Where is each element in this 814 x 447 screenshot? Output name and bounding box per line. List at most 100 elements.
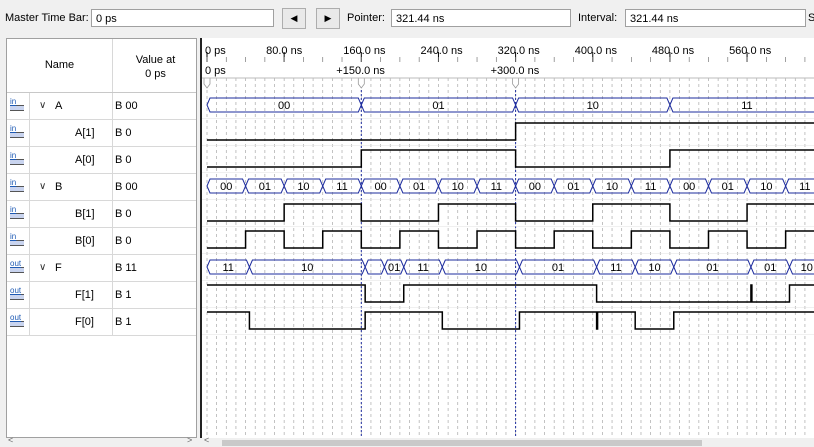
signal-name-f: F — [55, 262, 62, 274]
ruler-tick-label: 160.0 ns — [343, 45, 386, 57]
input-pin-icon: in — [10, 152, 26, 166]
signal-list-header: Name Value at 0 ps — [7, 39, 196, 93]
bus-value-b: 11 — [336, 181, 347, 193]
signal-name-cell[interactable]: F[0] — [29, 309, 113, 335]
signal-row[interactable]: in A[0] B 0 — [7, 147, 196, 174]
signal-name-f0: F[0] — [75, 316, 94, 328]
signal-name-b: B — [55, 181, 63, 193]
bit-waveform-f0 — [207, 311, 814, 330]
bus-value-f: 10 — [648, 262, 660, 274]
name-column-header[interactable]: Name — [7, 39, 113, 92]
pin-direction-label: out — [10, 286, 22, 295]
pin-direction-label: in — [10, 232, 17, 241]
signal-row[interactable]: in ∨ A B 00 — [7, 93, 196, 120]
interval-input[interactable]: 321.44 ns — [625, 9, 806, 27]
ruler-tick-label: 0 ps — [205, 45, 226, 57]
bus-value-f: 11 — [417, 262, 428, 274]
bus-value-b: 01 — [259, 181, 271, 193]
bit-waveform-b0 — [207, 230, 814, 249]
waveform-canvas[interactable]: 0 ps 80.0 ns 160.0 ns 240.0 ns 320.0 ns 400.0… — [202, 38, 814, 438]
time-marker-label: +150.0 ns — [336, 65, 385, 77]
input-pin-icon: in — [10, 206, 26, 220]
output-pin-icon: out — [10, 314, 26, 328]
signal-value-f1: B 1 — [115, 289, 132, 301]
bus-value-a: 01 — [432, 100, 444, 112]
master-time-bar-input[interactable]: 0 ps — [91, 9, 274, 27]
bit-waveform-a1 — [207, 122, 814, 141]
toolbar: Master Time Bar: 0 ps ◀ ▶ Pointer: 321.4… — [0, 0, 814, 36]
signal-name-cell[interactable]: A[1] — [29, 120, 113, 146]
pin-direction-label: in — [10, 151, 17, 160]
signal-name-cell[interactable]: B[1] — [29, 201, 113, 227]
bus-value-b: 01 — [567, 181, 579, 193]
bus-value-b: 00 — [374, 181, 386, 193]
bus-value-b: 10 — [297, 181, 309, 193]
signal-name-b1: B[1] — [75, 208, 95, 220]
signal-name-cell[interactable]: ∨ A — [29, 93, 113, 119]
pointer-label: Pointer: — [347, 12, 385, 24]
pin-direction-label: in — [10, 124, 17, 133]
bus-value-f: 10 — [801, 262, 813, 274]
signal-row[interactable]: out ∨ F B 11 — [7, 255, 196, 282]
signal-row[interactable]: in ∨ B B 00 — [7, 174, 196, 201]
input-pin-icon: in — [10, 233, 26, 247]
pin-icon-cell: in — [7, 228, 30, 254]
pin-icon-cell: out — [7, 282, 30, 308]
bus-value-f: 01 — [764, 262, 776, 274]
signal-row[interactable]: in B[1] B 0 — [7, 201, 196, 228]
bit-waveform-b1 — [207, 203, 814, 222]
interval-label: Interval: — [578, 12, 618, 24]
signal-name-f1: F[1] — [75, 289, 94, 301]
bus-segment-f — [364, 259, 385, 275]
bus-value-a: 11 — [741, 100, 752, 112]
bus-value-f: 01 — [388, 262, 400, 274]
waveform-panel[interactable]: 0 ps 80.0 ns 160.0 ns 240.0 ns 320.0 ns 400.0… — [200, 38, 814, 438]
value-column-header[interactable]: Value at 0 ps — [113, 53, 196, 81]
wave-scroll-left-icon[interactable]: < — [204, 435, 209, 445]
signal-name-cell[interactable]: ∨ F — [29, 255, 113, 281]
bus-value-f: 01 — [552, 262, 564, 274]
signal-name-cell[interactable]: A[0] — [29, 147, 113, 173]
signal-row[interactable]: out F[0] B 1 — [7, 309, 196, 336]
output-pin-icon: out — [10, 260, 26, 274]
previous-transition-button[interactable]: ◀ — [282, 8, 306, 29]
triangle-right-icon: ▶ — [324, 13, 332, 23]
signal-name-a: A — [55, 100, 63, 112]
chevron-down-icon[interactable]: ∨ — [39, 262, 46, 273]
pin-icon-cell: out — [7, 255, 30, 281]
signal-name-cell[interactable]: ∨ B — [29, 174, 113, 200]
left-horizontal-scrollbar[interactable]: < > — [6, 435, 197, 447]
bus-value-f: 11 — [223, 262, 234, 274]
signal-name-cell[interactable]: B[0] — [29, 228, 113, 254]
signal-list-panel: Name Value at 0 ps in ∨ A B 00 in A[1] B 0 in A[… — [6, 38, 197, 438]
signal-value-a0: B 0 — [115, 154, 132, 166]
bus-value-f: 11 — [610, 262, 621, 274]
bus-value-a: 00 — [278, 100, 290, 112]
time-marker-flag-icon — [357, 77, 365, 89]
chevron-down-icon[interactable]: ∨ — [39, 100, 46, 111]
input-pin-icon: in — [10, 125, 26, 139]
waveform-horizontal-scrollbar[interactable]: < — [200, 435, 814, 447]
triangle-left-icon: ◀ — [290, 13, 298, 23]
bus-value-b: 10 — [606, 181, 618, 193]
bus-value-b: 10 — [452, 181, 464, 193]
time-marker-flag-icon — [203, 77, 211, 89]
scroll-right-icon[interactable]: > — [187, 435, 192, 445]
ruler-tick-label: 480.0 ns — [652, 45, 695, 57]
signal-row[interactable]: in A[1] B 0 — [7, 120, 196, 147]
bus-value-b: 11 — [645, 181, 656, 193]
pin-icon-cell: in — [7, 120, 30, 146]
scrollbar-thumb[interactable] — [222, 440, 702, 446]
signal-row[interactable]: in B[0] B 0 — [7, 228, 196, 255]
next-transition-button[interactable]: ▶ — [316, 8, 340, 29]
time-marker-label: 0 ps — [205, 65, 226, 77]
ruler-tick-label: 560.0 ns — [729, 45, 772, 57]
scroll-left-icon[interactable]: < — [8, 435, 13, 445]
signal-value-a1: B 0 — [115, 127, 132, 139]
chevron-down-icon[interactable]: ∨ — [39, 181, 46, 192]
signal-name-cell[interactable]: F[1] — [29, 282, 113, 308]
value-header-line1: Value at — [135, 54, 176, 66]
ruler-tick-label: 320.0 ns — [498, 45, 541, 57]
signal-row[interactable]: out F[1] B 1 — [7, 282, 196, 309]
pointer-input[interactable]: 321.44 ns — [391, 9, 571, 27]
